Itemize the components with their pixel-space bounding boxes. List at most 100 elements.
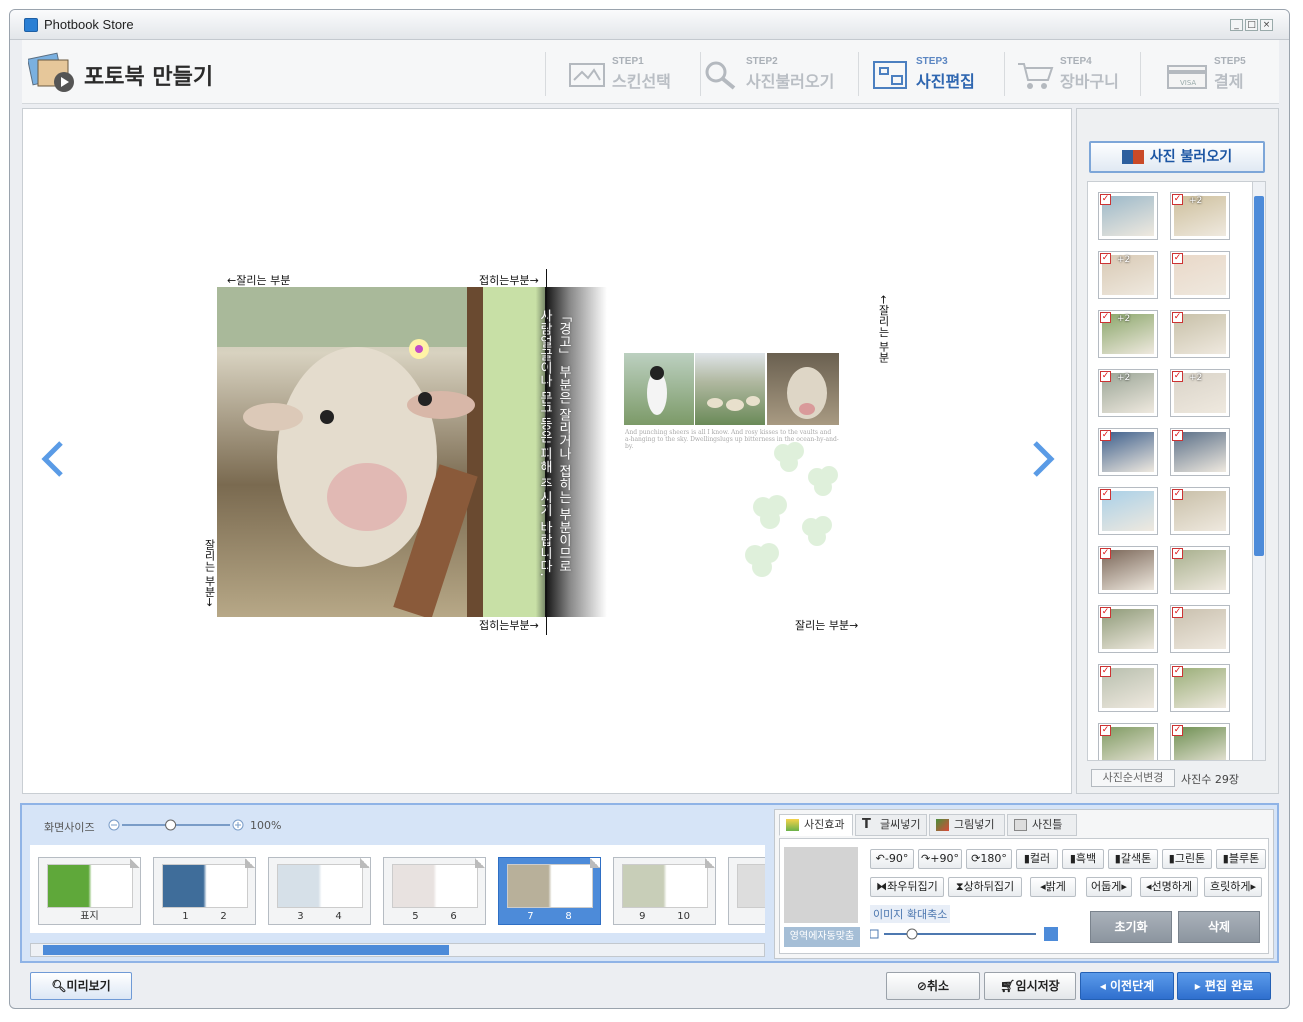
photo-frame-sheep-small[interactable]	[767, 353, 839, 425]
photo-thumbnail[interactable]: ✓ +2	[1170, 192, 1230, 240]
restore-button[interactable]: □	[1245, 19, 1258, 31]
photo-thumbnail[interactable]: ✓	[1170, 487, 1230, 535]
scrollbar-thumb[interactable]	[1254, 196, 1264, 556]
zoom-slider[interactable]	[108, 819, 244, 831]
close-button[interactable]: ×	[1260, 19, 1273, 31]
selected-check-icon[interactable]: ✓	[1172, 607, 1183, 618]
rotate-left-button[interactable]: ↶-90°	[870, 849, 914, 869]
page-thumbnail[interactable]: 표지	[38, 857, 141, 925]
photo-frame-sheep[interactable]	[217, 287, 483, 617]
page-strip-scrollbar[interactable]	[30, 943, 765, 957]
selected-check-icon[interactable]: ✓	[1100, 489, 1111, 500]
photo-thumbnail[interactable]: ✓	[1098, 192, 1158, 240]
photo-thumbnail[interactable]: ✓	[1170, 605, 1230, 653]
tab-photo-frame[interactable]: 사진틀	[1007, 814, 1077, 836]
photo-frame-girl[interactable]	[624, 353, 694, 425]
photo-thumbnail[interactable]: ✓ +2	[1098, 369, 1158, 417]
blue-tone-button[interactable]: ▮블루톤	[1216, 849, 1266, 869]
page-preview	[392, 864, 478, 908]
page-thumbnail[interactable]: 1 2	[153, 857, 256, 925]
photo-thumbnail[interactable]: ✓	[1098, 723, 1158, 760]
auto-fit-button[interactable]: 영역에자동맞춤	[784, 927, 860, 947]
page-thumbnail[interactable]: 9 10	[613, 857, 716, 925]
selected-check-icon[interactable]: ✓	[1100, 371, 1111, 382]
load-photos-button[interactable]: 사진 불러오기	[1089, 141, 1265, 173]
photo-thumbnail[interactable]: ✓ +2	[1098, 251, 1158, 299]
photo-thumbnail[interactable]: ✓	[1098, 428, 1158, 476]
photo-thumbnail[interactable]: ✓	[1170, 428, 1230, 476]
page-thumbnail[interactable]: 1	[728, 857, 765, 925]
tab-insert-text[interactable]: T 글씨넣기	[855, 814, 927, 836]
page-thumbnail[interactable]: 7 8	[498, 857, 601, 925]
blur-button[interactable]: 흐릿하게▸	[1204, 877, 1262, 897]
selected-check-icon[interactable]: ✓	[1172, 489, 1183, 500]
brighten-button[interactable]: ◂밝게	[1030, 877, 1076, 897]
selected-check-icon[interactable]: ✓	[1100, 194, 1111, 205]
prev-step-button[interactable]: ◂ 이전단계	[1080, 972, 1174, 1000]
cancel-button[interactable]: ⊘취소	[886, 972, 980, 1000]
flip-vertical-button[interactable]: ⧗상하뒤집기	[948, 877, 1022, 897]
reset-button[interactable]: 초기화	[1090, 911, 1172, 943]
editing-canvas[interactable]: ←잘리는 부분 접히는부분→ 접히는부분→ 잘리는 부분→ 잘리는 부분→ ←잘…	[22, 108, 1072, 794]
next-spread-arrow-icon[interactable]	[1023, 429, 1063, 489]
rotate-right-button[interactable]: ↷+90°	[918, 849, 962, 869]
flip-horizontal-button[interactable]: ⧓좌우뒤집기	[870, 877, 944, 897]
selected-check-icon[interactable]: ✓	[1100, 666, 1111, 677]
temp-save-button[interactable]: 🛒︎임시저장	[984, 972, 1076, 1000]
color-button[interactable]: ▮컬러	[1016, 849, 1058, 869]
step-cart[interactable]: STEP4 장바구니	[1016, 54, 1136, 94]
step-load-photos[interactable]: STEP2 사진불러오기	[702, 54, 852, 94]
selected-check-icon[interactable]: ✓	[1100, 312, 1111, 323]
delete-button[interactable]: 삭제	[1178, 911, 1260, 943]
page-thumbnail[interactable]: 3 4	[268, 857, 371, 925]
photo-thumbnail[interactable]: ✓	[1170, 664, 1230, 712]
scrollbar-thumb[interactable]	[43, 945, 449, 955]
photo-thumbnail[interactable]: ✓	[1098, 546, 1158, 594]
selected-check-icon[interactable]: ✓	[1172, 430, 1183, 441]
green-tone-button[interactable]: ▮그린톤	[1162, 849, 1212, 869]
preview-button[interactable]: 🔍︎미리보기	[30, 972, 132, 1000]
sepia-button[interactable]: ▮갈색톤	[1108, 849, 1158, 869]
selected-check-icon[interactable]: ✓	[1100, 725, 1111, 736]
selected-check-icon[interactable]: ✓	[1100, 607, 1111, 618]
selected-check-icon[interactable]: ✓	[1172, 666, 1183, 677]
cut-area-label: 잘리는 부분→	[795, 619, 859, 632]
selected-check-icon[interactable]: ✓	[1172, 194, 1183, 205]
sharpen-button[interactable]: ◂선명하게	[1140, 877, 1198, 897]
photo-frame-field[interactable]	[695, 353, 765, 425]
photo-thumbnail[interactable]: ✓	[1170, 723, 1230, 760]
page-thumbnail-strip[interactable]: 표지 1 2 3 4 5 6 7 8 9 10 1	[30, 845, 765, 933]
page-thumbnail[interactable]: 5 6	[383, 857, 486, 925]
prev-spread-arrow-icon[interactable]	[33, 429, 73, 489]
photo-thumbnail[interactable]: ✓	[1098, 605, 1158, 653]
photo-thumbnail[interactable]: ✓	[1098, 487, 1158, 535]
selected-check-icon[interactable]: ✓	[1100, 253, 1111, 264]
finish-edit-button[interactable]: ▸ 편집 완료	[1177, 972, 1271, 1000]
photo-thumbnail-grid[interactable]: ✓ ✓ +2 ✓ +2 ✓ ✓ +2 ✓ ✓ +2 ✓ +2 ✓ ✓ ✓ ✓ ✓ ✓ ✓ ✓ ✓ ✓ ✓ ✓	[1087, 181, 1262, 761]
photo-thumbnail[interactable]: ✓ +2	[1098, 310, 1158, 358]
darken-button[interactable]: 어둡게▸	[1086, 877, 1132, 897]
rotate-180-button[interactable]: ⟳180°	[966, 849, 1012, 869]
photo-thumbnail[interactable]: ✓	[1170, 251, 1230, 299]
selected-check-icon[interactable]: ✓	[1100, 548, 1111, 559]
selected-check-icon[interactable]: ✓	[1172, 253, 1183, 264]
photo-list-scrollbar[interactable]	[1252, 181, 1266, 761]
minimize-button[interactable]: _	[1230, 19, 1243, 31]
step-skin[interactable]: STEP1 스킨선택	[568, 54, 698, 94]
selected-check-icon[interactable]: ✓	[1172, 725, 1183, 736]
grayscale-button[interactable]: ▮흑백	[1062, 849, 1104, 869]
photo-thumbnail[interactable]: ✓ +2	[1170, 369, 1230, 417]
image-zoom-slider[interactable]	[870, 927, 1060, 941]
tab-insert-image[interactable]: 그림넣기	[929, 814, 1005, 836]
selected-check-icon[interactable]: ✓	[1100, 430, 1111, 441]
photo-thumbnail[interactable]: ✓	[1098, 664, 1158, 712]
selected-check-icon[interactable]: ✓	[1172, 371, 1183, 382]
step-edit-photos[interactable]: STEP3 사진편집	[872, 54, 992, 94]
selected-check-icon[interactable]: ✓	[1172, 312, 1183, 323]
selected-check-icon[interactable]: ✓	[1172, 548, 1183, 559]
tab-photo-effect[interactable]: 사진효과	[779, 814, 853, 836]
change-photo-order-button[interactable]: 사진순서변경	[1091, 769, 1175, 787]
step-payment[interactable]: VISA STEP5 결제	[1166, 54, 1266, 94]
photo-thumbnail[interactable]: ✓	[1170, 546, 1230, 594]
photo-thumbnail[interactable]: ✓	[1170, 310, 1230, 358]
